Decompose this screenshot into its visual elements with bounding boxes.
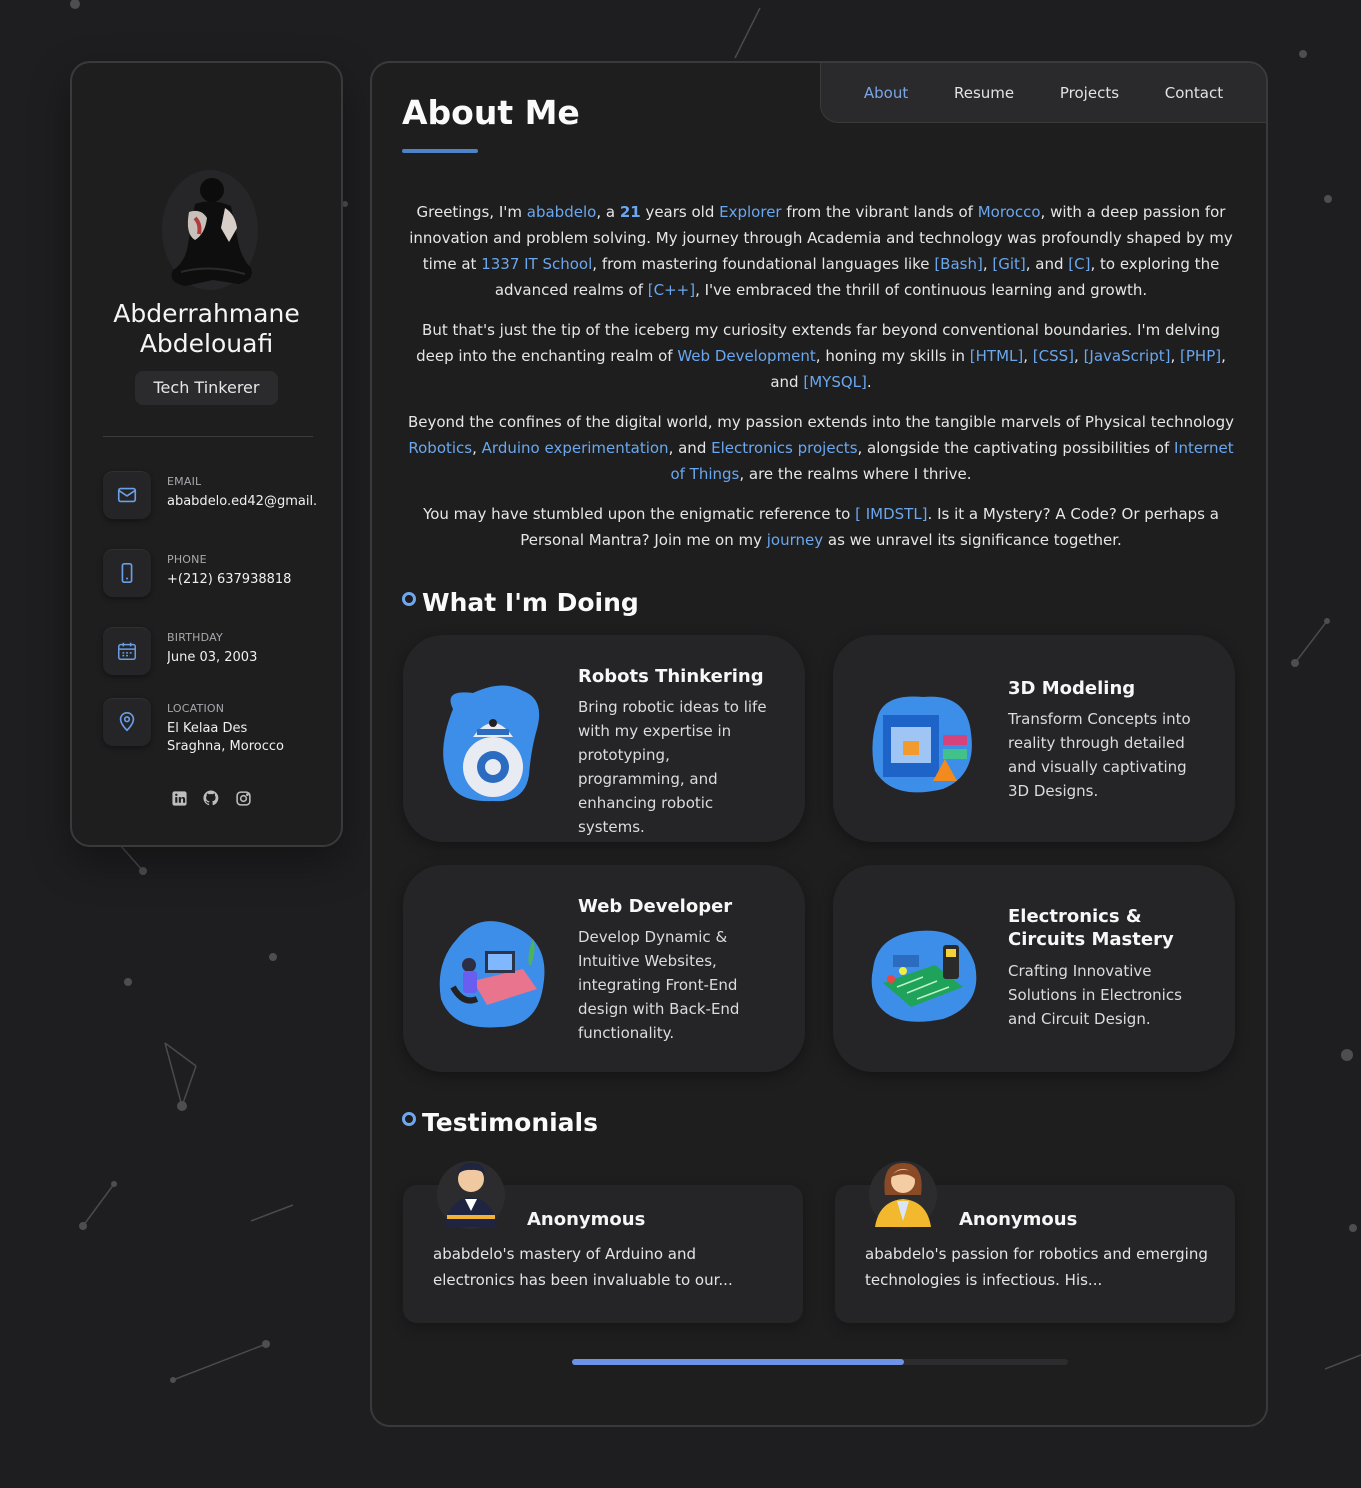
contact-phone: PHONE +(212) 637938818 — [103, 549, 323, 609]
about-paragraph-1: Greetings, I'm ababdelo, a 21 years old … — [409, 203, 1233, 299]
service-desc: Transform Concepts into reality through … — [1008, 710, 1191, 800]
contact-email: EMAIL ababdelo.ed42@gmail.com — [103, 471, 323, 531]
testimonial-card[interactable]: Anonymous ababdelo's mastery of Arduino … — [403, 1161, 803, 1323]
location-icon — [103, 698, 151, 746]
service-card: Robots Thinkering Bring robotic ideas to… — [403, 635, 805, 842]
phone-icon — [103, 549, 151, 597]
testimonial-name: Anonymous — [527, 1209, 646, 1230]
testimonial-text: ababdelo's passion for robotics and emer… — [865, 1245, 1208, 1289]
instagram-icon[interactable] — [234, 789, 252, 807]
profile-sidebar: Abderrahmane Abdelouafi Tech Tinkerer EM… — [70, 61, 343, 847]
testimonials-scrollbar[interactable] — [572, 1359, 1068, 1365]
nav-resume[interactable]: Resume — [954, 84, 1014, 102]
about-paragraph-3: Beyond the confines of the digital world… — [407, 413, 1235, 483]
3d-printer-icon — [863, 679, 981, 807]
mail-icon — [103, 471, 151, 519]
service-card: Electronics & Circuits Mastery Crafting … — [833, 865, 1235, 1072]
title-underline — [402, 149, 478, 153]
top-navbar: About Resume Projects Contact — [820, 63, 1266, 123]
testimonial-card[interactable]: Anonymous ababdelo's passion for robotic… — [835, 1161, 1235, 1323]
service-title: Robots Thinkering — [578, 666, 764, 687]
male-avatar-icon — [435, 1155, 507, 1231]
services-heading: What I'm Doing — [402, 588, 639, 617]
birthday-value: June 03, 2003 — [167, 650, 258, 665]
service-card: Web Developer Develop Dynamic & Intuitiv… — [403, 865, 805, 1072]
robot-icon — [433, 679, 551, 807]
circle-bullet-icon — [402, 1111, 416, 1126]
nav-contact[interactable]: Contact — [1165, 84, 1223, 102]
nav-about[interactable]: About — [864, 84, 908, 102]
linkedin-icon[interactable] — [170, 789, 188, 807]
service-desc: Bring robotic ideas to life with my expe… — [578, 698, 767, 836]
github-icon[interactable] — [202, 789, 220, 807]
about-paragraph-2: But that's just the tip of the iceberg m… — [416, 321, 1226, 391]
circuit-board-icon — [863, 909, 981, 1037]
testimonial-name: Anonymous — [959, 1209, 1078, 1230]
testimonials-heading: Testimonials — [402, 1108, 598, 1137]
contact-label: LOCATION — [167, 702, 225, 715]
location-value: El Kelaa Des Sraghna, Morocco — [167, 721, 284, 754]
service-desc: Crafting Innovative Solutions in Electro… — [1008, 962, 1182, 1028]
contact-label: BIRTHDAY — [167, 631, 223, 644]
contact-label: PHONE — [167, 553, 207, 566]
service-title: 3D Modeling — [1008, 678, 1136, 699]
contact-location: LOCATION El Kelaa Des Sraghna, Morocco — [103, 698, 323, 758]
contact-birthday: BIRTHDAY June 03, 2003 — [103, 627, 323, 687]
female-avatar-icon — [867, 1155, 939, 1231]
journey-link[interactable]: journey — [767, 531, 823, 549]
profile-title-badge: Tech Tinkerer — [135, 371, 278, 405]
service-card: 3D Modeling Transform Concepts into real… — [833, 635, 1235, 842]
about-text: Greetings, I'm ababdelo, a 21 years old … — [402, 199, 1240, 567]
about-paragraph-4: You may have stumbled upon the enigmatic… — [423, 505, 1219, 549]
service-desc: Develop Dynamic & Intuitive Websites, in… — [578, 928, 740, 1042]
service-title: Web Developer — [578, 896, 733, 917]
nav-projects[interactable]: Projects — [1060, 84, 1119, 102]
sidebar-separator — [103, 436, 313, 437]
testimonial-text: ababdelo's mastery of Arduino and electr… — [433, 1245, 733, 1289]
service-title: Electronics & Circuits Mastery — [1008, 906, 1174, 950]
imdstl-link[interactable]: [ IMDSTL] — [855, 505, 927, 523]
contact-label: EMAIL — [167, 475, 202, 488]
email-link[interactable]: ababdelo.ed42@gmail.com — [167, 493, 317, 511]
social-links — [170, 789, 252, 807]
about-panel: About Resume Projects Contact About Me G… — [370, 61, 1268, 1427]
profile-name: Abderrahmane Abdelouafi — [72, 299, 341, 359]
calendar-icon — [103, 627, 151, 675]
phone-link[interactable]: +(212) 637938818 — [167, 571, 317, 589]
page-title: About Me — [402, 93, 580, 132]
profile-name-text: Abderrahmane Abdelouafi — [113, 299, 300, 358]
circle-bullet-icon — [402, 591, 416, 606]
web-developer-icon — [433, 909, 551, 1037]
scrollbar-thumb[interactable] — [572, 1359, 905, 1365]
